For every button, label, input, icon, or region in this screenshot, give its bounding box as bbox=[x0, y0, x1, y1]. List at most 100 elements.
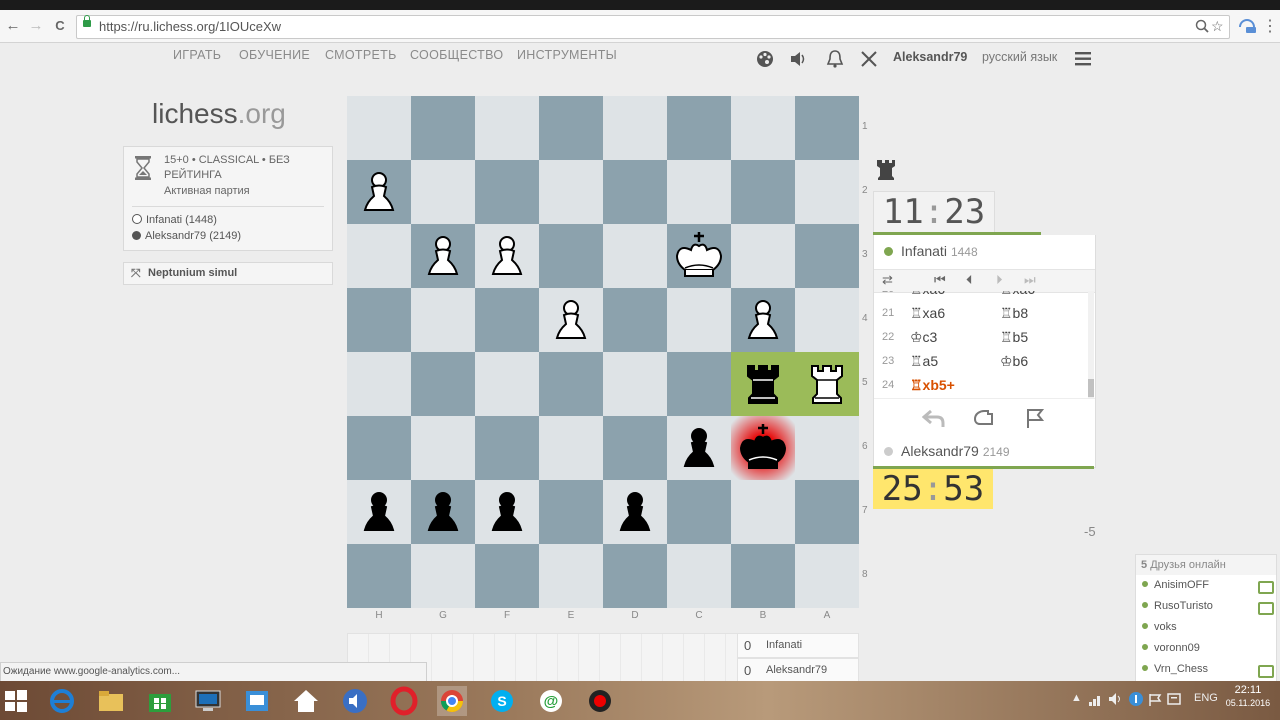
black-move[interactable]: ♖b5 bbox=[1000, 329, 1028, 346]
clock-tray[interactable]: 22:11 05.11.2016 bbox=[1224, 684, 1272, 708]
square-h3[interactable] bbox=[347, 224, 411, 288]
takeback-icon[interactable] bbox=[922, 407, 946, 429]
white-king-icon[interactable] bbox=[667, 224, 731, 288]
tv-icon[interactable] bbox=[1258, 602, 1274, 615]
white-move[interactable]: ♖xa6 bbox=[910, 291, 945, 298]
file-explorer-icon[interactable] bbox=[96, 686, 126, 716]
resign-flag-icon[interactable] bbox=[1024, 407, 1048, 429]
tv-icon[interactable] bbox=[1258, 665, 1274, 678]
opera-icon[interactable] bbox=[389, 686, 419, 716]
tray-expand-icon[interactable]: ▲ bbox=[1071, 692, 1082, 704]
flag-tray-icon[interactable] bbox=[1148, 693, 1162, 707]
square-f1[interactable] bbox=[475, 96, 539, 160]
chess-board[interactable] bbox=[347, 96, 859, 608]
crosstable-row[interactable]: 0 Infanati bbox=[737, 633, 859, 658]
bookmark-star-icon[interactable]: ☆ bbox=[1211, 18, 1224, 35]
black-player-line[interactable]: Aleksandr79 (2149) bbox=[132, 230, 241, 242]
windows-start-icon[interactable] bbox=[4, 689, 34, 719]
first-move-icon[interactable]: ⏮ bbox=[934, 272, 946, 288]
crosstable-row[interactable]: 0 Aleksandr79 bbox=[737, 658, 859, 683]
square-g8[interactable] bbox=[411, 544, 475, 608]
square-h6[interactable] bbox=[347, 416, 411, 480]
square-b8[interactable] bbox=[731, 544, 795, 608]
white-pawn-icon[interactable] bbox=[411, 224, 475, 288]
tv-icon[interactable] bbox=[1258, 581, 1274, 594]
action-center-icon[interactable] bbox=[1167, 693, 1181, 707]
square-c1[interactable] bbox=[667, 96, 731, 160]
square-d5[interactable] bbox=[603, 352, 667, 416]
white-pawn-icon[interactable] bbox=[475, 224, 539, 288]
square-h5[interactable] bbox=[347, 352, 411, 416]
browser-menu-icon[interactable]: ⋮ bbox=[1262, 16, 1278, 36]
black-move[interactable]: ♔b6 bbox=[1000, 353, 1028, 370]
black-pawn-icon[interactable] bbox=[603, 480, 667, 544]
square-d4[interactable] bbox=[603, 288, 667, 352]
black-pawn-icon[interactable] bbox=[347, 480, 411, 544]
palette-icon[interactable] bbox=[755, 49, 775, 69]
zoom-icon[interactable] bbox=[1195, 19, 1209, 33]
square-a7[interactable] bbox=[795, 480, 859, 544]
square-f5[interactable] bbox=[475, 352, 539, 416]
back-arrow-icon[interactable]: ← bbox=[4, 17, 22, 35]
opponent-name[interactable]: Infanati 1448 bbox=[884, 243, 978, 259]
crossed-swords-icon[interactable] bbox=[860, 50, 878, 68]
nav-community[interactable]: СООБЩЕСТВО bbox=[410, 48, 503, 62]
scroll-thumb[interactable] bbox=[1088, 379, 1094, 397]
nav-play[interactable]: ИГРАТЬ bbox=[173, 48, 221, 62]
friend-item[interactable]: AnisimOFF bbox=[1142, 579, 1274, 600]
square-b7[interactable] bbox=[731, 480, 795, 544]
lichess-logo[interactable]: lichess.org bbox=[152, 98, 286, 130]
language-link[interactable]: русский язык bbox=[982, 50, 1057, 64]
bell-icon[interactable] bbox=[826, 49, 844, 69]
square-f2[interactable] bbox=[475, 160, 539, 224]
square-g5[interactable] bbox=[411, 352, 475, 416]
white-rook-icon[interactable] bbox=[795, 352, 859, 416]
square-f6[interactable] bbox=[475, 416, 539, 480]
square-h8[interactable] bbox=[347, 544, 411, 608]
hamburger-menu-icon[interactable] bbox=[1075, 52, 1093, 66]
white-move[interactable]: ♖xa6 bbox=[910, 305, 945, 322]
friend-item[interactable]: voronn09 bbox=[1142, 642, 1272, 663]
square-c4[interactable] bbox=[667, 288, 731, 352]
square-d2[interactable] bbox=[603, 160, 667, 224]
white-pawn-icon[interactable] bbox=[539, 288, 603, 352]
lenovo-icon[interactable] bbox=[193, 686, 223, 716]
square-h4[interactable] bbox=[347, 288, 411, 352]
square-g1[interactable] bbox=[411, 96, 475, 160]
square-g6[interactable] bbox=[411, 416, 475, 480]
square-a8[interactable] bbox=[795, 544, 859, 608]
friend-item[interactable]: RusoTuristo bbox=[1142, 600, 1274, 621]
square-c2[interactable] bbox=[667, 160, 731, 224]
move-list[interactable]: 20 ♖xa6 ♖xa6 21 ♖xa6 ♖b8 22 ♔c3 ♖b5 23 ♖a5 ♔b6 24 ♖xb… bbox=[874, 291, 1088, 398]
square-f4[interactable] bbox=[475, 288, 539, 352]
square-e7[interactable] bbox=[539, 480, 603, 544]
black-king-icon[interactable] bbox=[731, 416, 795, 480]
square-a4[interactable] bbox=[795, 288, 859, 352]
black-pawn-icon[interactable] bbox=[667, 416, 731, 480]
white-pawn-icon[interactable] bbox=[347, 160, 411, 224]
address-bar[interactable]: https://ru.lichess.org/1IOUceXw ☆ bbox=[76, 15, 1230, 39]
offer-draw-icon[interactable] bbox=[972, 407, 996, 429]
simul-link[interactable]: ⤧ Neptunium simul bbox=[123, 262, 333, 285]
square-e2[interactable] bbox=[539, 160, 603, 224]
nav-learn[interactable]: ОБУЧЕНИЕ bbox=[239, 48, 310, 62]
black-move[interactable]: ♖b8 bbox=[1000, 305, 1028, 322]
reload-icon[interactable]: C bbox=[51, 17, 69, 35]
square-f8[interactable] bbox=[475, 544, 539, 608]
chrome-icon[interactable] bbox=[437, 686, 467, 716]
nav-tools[interactable]: ИНСТРУМЕНТЫ bbox=[517, 48, 617, 62]
square-c5[interactable] bbox=[667, 352, 731, 416]
square-e3[interactable] bbox=[539, 224, 603, 288]
square-d1[interactable] bbox=[603, 96, 667, 160]
square-a1[interactable] bbox=[795, 96, 859, 160]
last-move-icon[interactable]: ⏭ bbox=[1024, 272, 1036, 288]
square-e1[interactable] bbox=[539, 96, 603, 160]
square-b2[interactable] bbox=[731, 160, 795, 224]
username-link[interactable]: Aleksandr79 bbox=[893, 50, 967, 64]
white-move[interactable]: ♔c3 bbox=[910, 329, 937, 346]
black-rook-icon[interactable] bbox=[731, 352, 795, 416]
speaker-app-icon[interactable] bbox=[340, 686, 370, 716]
friends-header[interactable]: 5 Друзья онлайн bbox=[1136, 555, 1276, 575]
prev-move-icon[interactable]: ⏴ bbox=[966, 272, 973, 288]
player-name[interactable]: Aleksandr79 2149 bbox=[884, 443, 1010, 459]
